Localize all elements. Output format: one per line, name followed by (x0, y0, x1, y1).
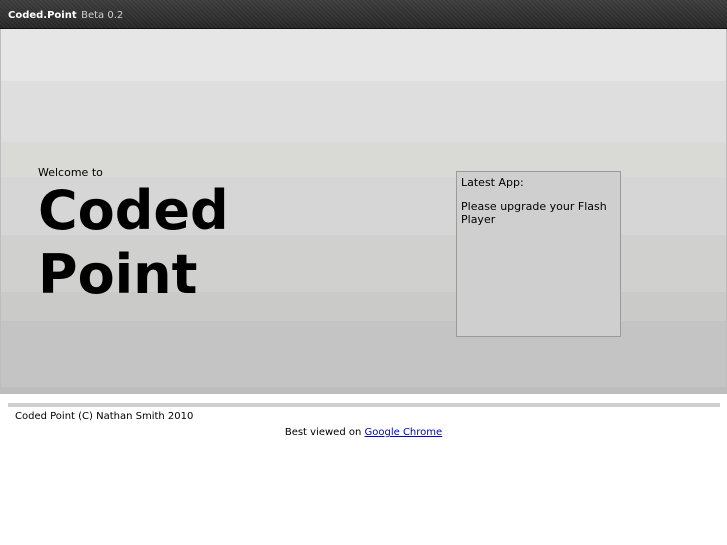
hero-banner: Welcome to Coded Point Latest App: Pleas… (0, 29, 727, 394)
site-title-line2: Point (38, 243, 198, 306)
best-viewed-note: Best viewed on Google Chrome (0, 427, 727, 438)
latest-app-panel: Latest App: Please upgrade your Flash Pl… (456, 171, 621, 337)
latest-app-heading: Latest App: (461, 176, 524, 189)
brand-name: Coded.Point (8, 10, 77, 21)
welcome-text: Welcome to (38, 166, 103, 179)
site-title: Coded Point (38, 179, 229, 307)
google-chrome-link[interactable]: Google Chrome (365, 427, 443, 438)
brand[interactable]: Coded.Point Beta 0.2 (8, 10, 123, 21)
copyright-text: Coded Point (C) Nathan Smith 2010 (15, 411, 194, 422)
version-label: Beta 0.2 (81, 10, 124, 21)
flash-upgrade-message: Please upgrade your Flash Player (461, 200, 607, 226)
footer-divider (8, 403, 720, 407)
best-viewed-prefix: Best viewed on (284, 427, 362, 438)
site-title-line1: Coded (38, 179, 229, 242)
top-bar: Coded.Point Beta 0.2 (0, 0, 727, 29)
